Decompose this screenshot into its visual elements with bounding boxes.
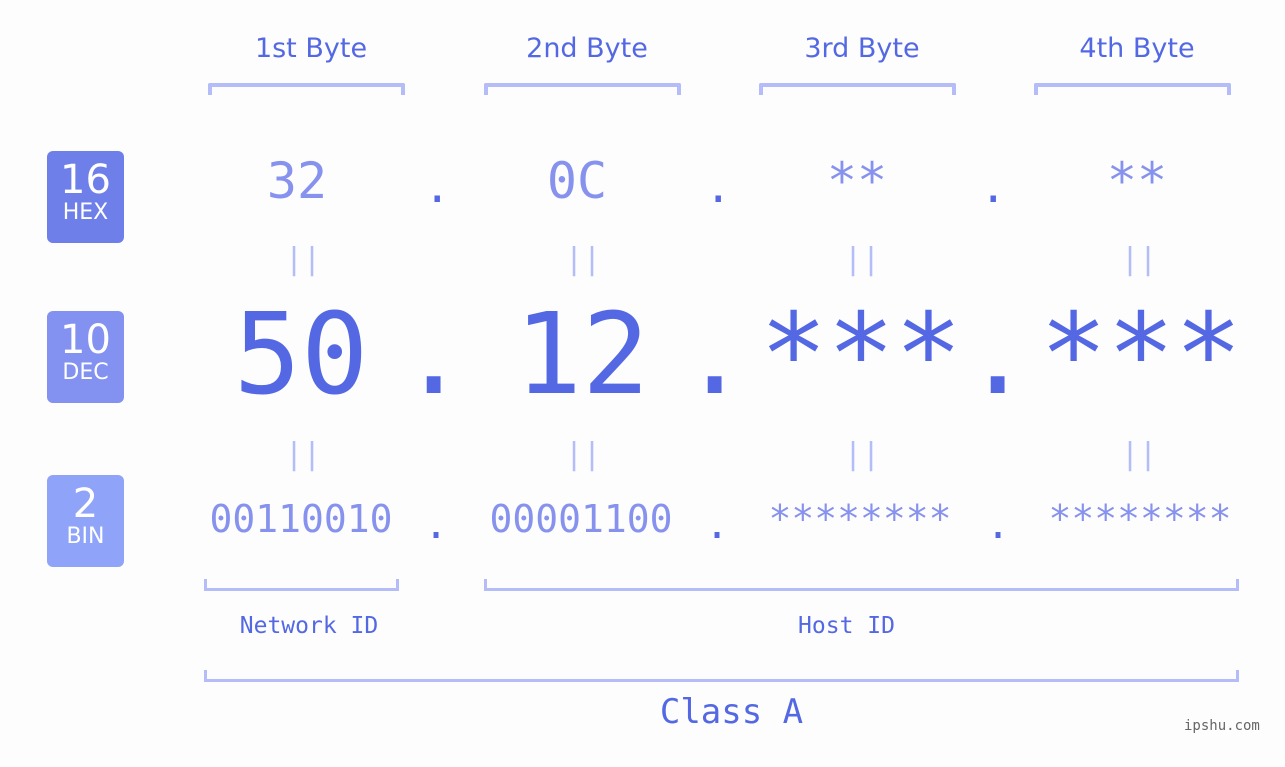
- equals-icon: ||: [844, 437, 881, 472]
- bin-dot-2: .: [705, 502, 730, 548]
- bin-byte-2: 00001100: [489, 497, 673, 541]
- byte-bracket-1: [208, 83, 405, 95]
- host-id-label: Host ID: [798, 613, 895, 639]
- bin-byte-4: ********: [1048, 497, 1232, 541]
- hex-byte-3: **: [826, 152, 888, 210]
- equals-icon: ||: [565, 437, 602, 472]
- byte-header-4: 4th Byte: [1079, 33, 1195, 64]
- dec-byte-2: 12: [514, 290, 650, 420]
- hex-label: HEX: [62, 200, 109, 225]
- dec-dot-2: .: [681, 290, 749, 420]
- bin-base: 2: [72, 481, 99, 527]
- hex-badge: 16 HEX: [47, 151, 124, 243]
- bin-dot-1: .: [424, 502, 449, 548]
- byte-bracket-3: [759, 83, 956, 95]
- dec-dot-3: .: [964, 290, 1032, 420]
- hex-byte-4: **: [1106, 152, 1168, 210]
- byte-header-1: 1st Byte: [254, 33, 368, 64]
- dec-byte-1: 50: [233, 290, 369, 420]
- network-bracket: [204, 579, 399, 591]
- hex-base: 16: [60, 157, 111, 203]
- network-id-label: Network ID: [239, 613, 379, 639]
- hex-dot-3: .: [980, 162, 1007, 213]
- equals-icon: ||: [1121, 242, 1158, 277]
- hex-byte-2: 0C: [546, 152, 608, 210]
- hex-dot-1: .: [424, 162, 451, 213]
- equals-icon: ||: [844, 242, 881, 277]
- bin-byte-3: ********: [768, 497, 952, 541]
- byte-header-3: 3rd Byte: [804, 33, 920, 64]
- dec-byte-3: ***: [759, 290, 963, 420]
- equals-icon: ||: [1121, 437, 1158, 472]
- byte-bracket-2: [484, 83, 681, 95]
- byte-bracket-4: [1034, 83, 1231, 95]
- byte-header-2: 2nd Byte: [526, 33, 648, 64]
- bin-label: BIN: [66, 524, 105, 549]
- equals-icon: ||: [565, 242, 602, 277]
- equals-icon: ||: [285, 242, 322, 277]
- bin-dot-3: .: [986, 502, 1011, 548]
- equals-icon: ||: [285, 437, 322, 472]
- host-bracket: [484, 579, 1239, 591]
- watermark: ipshu.com: [1184, 718, 1260, 734]
- dec-dot-1: .: [400, 290, 468, 420]
- dec-base: 10: [60, 317, 111, 363]
- dec-label: DEC: [62, 360, 109, 385]
- dec-badge: 10 DEC: [47, 311, 124, 403]
- dec-byte-4: ***: [1039, 290, 1243, 420]
- hex-byte-1: 32: [266, 152, 328, 210]
- class-label: Class A: [659, 692, 804, 732]
- hex-dot-2: .: [705, 162, 732, 213]
- bin-badge: 2 BIN: [47, 475, 124, 567]
- bin-byte-1: 00110010: [209, 497, 393, 541]
- class-bracket: [204, 670, 1239, 682]
